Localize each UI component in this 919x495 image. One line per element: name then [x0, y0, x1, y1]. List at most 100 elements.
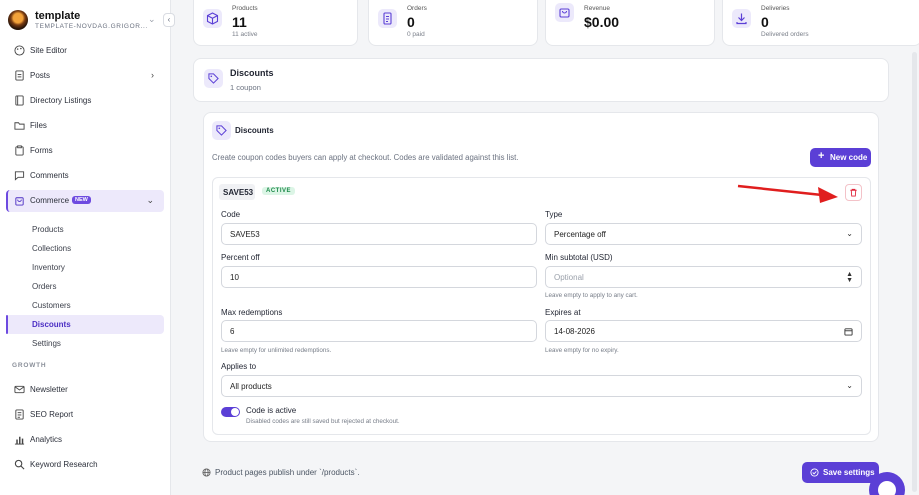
plus-icon: + [818, 150, 825, 162]
coupon-code-tag-text: SAVE53 [223, 188, 254, 197]
type-label: Type [545, 210, 563, 219]
expires-at-help: Leave empty for no expiry. [545, 347, 619, 354]
expires-at-input[interactable]: 14-08-2026 [545, 320, 862, 342]
stat-sub: 0 paid [407, 31, 425, 38]
search-icon [14, 459, 25, 470]
discounts-header-card: Discounts 1 coupon [193, 58, 889, 102]
stat-card-orders: Orders 0 0 paid [368, 0, 538, 46]
coupon-code-tag: SAVE53 [219, 184, 255, 200]
stat-value: 0 [407, 14, 415, 30]
save-settings-button[interactable]: Save settings [802, 462, 879, 483]
sidebar-subitem-collections[interactable]: Collections [6, 239, 164, 258]
sidebar-subitem-inventory[interactable]: Inventory [6, 258, 164, 277]
sidebar-item-commerce[interactable]: Commerce NEW ⌄ [6, 190, 164, 212]
sidebar-item-keyword-research[interactable]: Keyword Research [6, 454, 164, 476]
new-code-label: New code [830, 153, 868, 162]
chevron-right-icon: › [151, 70, 154, 80]
stat-card-deliveries: Deliveries 0 Delivered orders [722, 0, 919, 46]
code-input[interactable]: SAVE53 [221, 223, 537, 245]
sidebar-subitem-label: Collections [32, 244, 72, 253]
min-subtotal-input[interactable]: Optional ▲ ▼ [545, 266, 862, 288]
comment-icon [14, 171, 25, 181]
chevron-down-icon: ⌄ [846, 229, 853, 238]
sidebar-subitem-orders[interactable]: Orders [6, 277, 164, 296]
calendar-icon[interactable] [844, 327, 853, 336]
type-select[interactable]: Percentage off ⌄ [545, 223, 862, 245]
stat-card-revenue: Revenue $0.00 [545, 0, 715, 46]
document-icon [15, 70, 24, 81]
toggle-knob [231, 408, 239, 416]
stat-label: Products [232, 5, 258, 12]
footer-note: Product pages publish under `/products`. [215, 468, 360, 477]
sidebar-item-newsletter[interactable]: Newsletter [6, 379, 164, 401]
sidebar-subitem-settings[interactable]: Settings [6, 334, 164, 353]
stat-card-products: Products 11 11 active [193, 0, 358, 46]
check-circle-icon [810, 468, 819, 477]
mail-icon [14, 385, 25, 394]
workspace-subtitle: TEMPLATE-NOVDAG.GRIGOR... [35, 23, 148, 30]
sidebar-subitem-discounts[interactable]: Discounts [6, 315, 164, 334]
chat-launcher-button[interactable] [869, 472, 905, 495]
max-redemptions-value: 6 [230, 327, 235, 336]
new-code-button[interactable]: + New code [810, 148, 871, 167]
percent-off-value: 10 [230, 273, 239, 282]
max-redemptions-input[interactable]: 6 [221, 320, 537, 342]
sidebar-subitem-label: Customers [32, 301, 71, 310]
save-settings-label: Save settings [823, 468, 875, 477]
sidebar-item-label: Newsletter [30, 385, 68, 394]
sidebar-item-site-editor[interactable]: Site Editor [6, 40, 164, 62]
sidebar-subitem-products[interactable]: Products [6, 220, 164, 239]
sidebar-item-seo-report[interactable]: SEO Report [6, 404, 164, 426]
annotation-arrow [737, 184, 838, 203]
code-label: Code [221, 210, 241, 219]
scrollbar[interactable] [912, 52, 917, 492]
applies-to-select[interactable]: All products ⌄ [221, 375, 862, 397]
sidebar-subitem-customers[interactable]: Customers [6, 296, 164, 315]
download-icon [732, 9, 751, 28]
globe-icon [202, 468, 211, 477]
tag-icon [204, 69, 223, 88]
stat-label: Deliveries [761, 5, 790, 12]
collapse-sidebar-button[interactable]: ‹ [163, 13, 175, 27]
percent-off-input[interactable]: 10 [221, 266, 537, 288]
shopping-bag-icon [15, 197, 24, 206]
sidebar-item-forms[interactable]: Forms [6, 140, 164, 162]
folder-icon [14, 122, 25, 130]
panel-title: Discounts [235, 126, 274, 135]
sidebar-subitem-label: Discounts [32, 320, 71, 329]
sidebar-subitem-label: Settings [32, 339, 61, 348]
percent-off-label: Percent off [221, 253, 260, 262]
panel-description: Create coupon codes buyers can apply at … [212, 153, 519, 162]
chevron-down-icon: ⌄ [146, 195, 154, 205]
sidebar-item-label: Forms [30, 146, 53, 155]
workspace-name: template [35, 10, 81, 22]
footer-bar: Product pages publish under `/products`.… [193, 455, 889, 490]
active-label: Code is active [246, 406, 297, 415]
sidebar-item-directory-listings[interactable]: Directory Listings [6, 90, 164, 112]
workspace-switcher[interactable]: template TEMPLATE-NOVDAG.GRIGOR... ⌄ [8, 6, 172, 36]
type-value: Percentage off [554, 230, 606, 239]
stat-sub: 11 active [232, 31, 258, 38]
min-subtotal-label: Min subtotal (USD) [545, 253, 613, 262]
stat-value: $0.00 [584, 14, 620, 30]
sidebar-item-files[interactable]: Files [6, 115, 164, 137]
sidebar-item-posts[interactable]: Posts › [6, 65, 164, 87]
sidebar-item-label: Files [30, 121, 47, 130]
chat-icon [878, 481, 896, 495]
sidebar-item-analytics[interactable]: Analytics [6, 429, 164, 451]
stat-label: Revenue [584, 5, 611, 12]
book-icon [15, 95, 24, 106]
sidebar-item-label: Posts [30, 71, 51, 80]
report-icon [15, 409, 24, 420]
expires-at-label: Expires at [545, 308, 581, 317]
tag-icon [212, 121, 231, 140]
code-value: SAVE53 [230, 230, 260, 239]
sidebar-item-label: Analytics [30, 435, 63, 444]
stepper-icon[interactable]: ▲ ▼ [846, 271, 853, 284]
sidebar-item-comments[interactable]: Comments [6, 165, 164, 187]
clipboard-icon [15, 145, 24, 156]
max-redemptions-help: Leave empty for unlimited redemptions. [221, 347, 332, 354]
expires-at-value: 14-08-2026 [554, 327, 595, 336]
active-toggle[interactable] [221, 407, 240, 417]
stat-value: 0 [761, 14, 769, 30]
